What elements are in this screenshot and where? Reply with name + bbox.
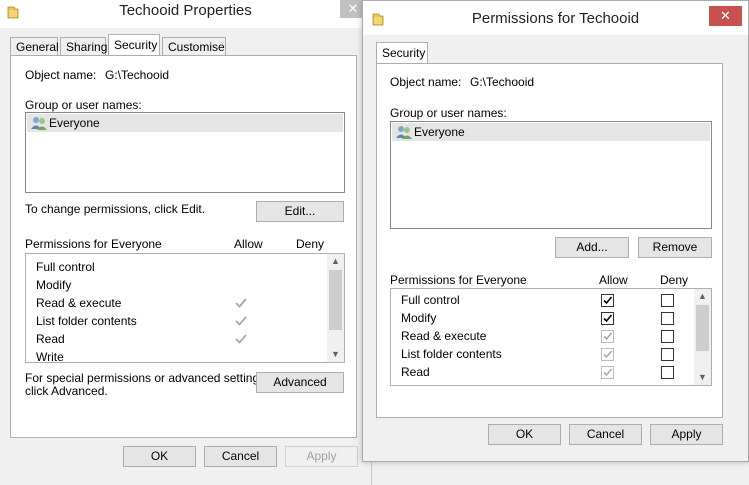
cancel-button[interactable]: Cancel — [204, 446, 277, 467]
list-item-everyone[interactable]: Everyone — [392, 123, 710, 141]
permissions-window: Permissions for Techooid ✕ Security Obje… — [362, 0, 749, 462]
permission-row: Read & execute — [391, 327, 711, 345]
allow-checkbox[interactable] — [601, 366, 614, 379]
permissions-list: Full control Modify Read & execute List … — [25, 253, 345, 366]
add-button[interactable]: Add... — [555, 237, 629, 258]
permission-row: Full control — [26, 258, 344, 276]
ok-button[interactable]: OK — [488, 424, 561, 445]
tab-customise[interactable]: Customise — [162, 37, 226, 56]
deny-header: Deny — [660, 273, 689, 287]
apply-button[interactable]: Apply — [650, 424, 723, 445]
permission-name: Full control — [401, 293, 460, 307]
permissions-for-label: Permissions for Everyone — [390, 273, 527, 287]
permissions-scrollbar[interactable]: ▲ ▼ — [694, 289, 711, 385]
change-permissions-hint: To change permissions, click Edit. — [25, 202, 206, 216]
object-name-value: G:\Techooid — [470, 75, 535, 89]
allow-checkbox[interactable] — [601, 294, 614, 307]
check-icon — [603, 332, 613, 341]
check-icon — [603, 296, 613, 305]
scroll-down-icon[interactable]: ▼ — [694, 370, 711, 385]
permission-name: Read — [36, 332, 65, 346]
scroll-thumb[interactable] — [329, 270, 342, 330]
deny-checkbox[interactable] — [661, 312, 674, 325]
scroll-down-icon[interactable]: ▼ — [327, 347, 344, 362]
allow-check-icon — [235, 334, 247, 344]
tab-sharing[interactable]: Sharing — [60, 37, 107, 56]
permission-row: List folder contents — [391, 345, 711, 363]
deny-checkbox[interactable] — [661, 294, 674, 307]
check-icon — [603, 368, 613, 377]
object-name-value: G:\Techooid — [105, 68, 170, 82]
group-names-list[interactable]: Everyone — [390, 121, 712, 229]
deny-checkbox[interactable] — [661, 366, 674, 379]
user-name: Everyone — [49, 116, 100, 130]
scroll-up-icon[interactable]: ▲ — [327, 254, 344, 269]
properties-title: Techooid Properties — [119, 2, 252, 19]
object-name-label: Object name: — [390, 75, 462, 89]
deny-header: Deny — [296, 237, 325, 251]
tab-general[interactable]: General — [10, 37, 59, 56]
permission-row: Write — [26, 348, 344, 366]
check-icon — [603, 314, 613, 323]
allow-checkbox[interactable] — [601, 312, 614, 325]
permissions-panel: Object name: G:\Techooid Group or user n… — [376, 63, 723, 418]
permissions-title: Permissions for Techooid — [471, 10, 640, 27]
allow-checkbox[interactable] — [601, 348, 614, 361]
deny-checkbox[interactable] — [661, 348, 674, 361]
permission-row: Modify — [391, 309, 711, 327]
permission-row: Read — [391, 363, 711, 381]
permission-row: List folder contents — [26, 312, 344, 330]
permission-row: Read & execute — [26, 294, 344, 312]
permission-name: Write — [36, 350, 64, 364]
permission-name: List folder contents — [401, 347, 502, 361]
object-name-label: Object name: — [25, 68, 97, 82]
properties-window: Techooid Properties ✕ General Sharing Se… — [0, 0, 372, 485]
users-icon — [396, 126, 412, 139]
user-name: Everyone — [414, 125, 465, 139]
ok-button[interactable]: OK — [123, 446, 196, 467]
tab-security[interactable]: Security — [108, 34, 160, 55]
check-icon — [603, 350, 613, 359]
permission-name: Read & execute — [401, 329, 487, 343]
permission-row: Read — [26, 330, 344, 348]
group-names-label: Group or user names: — [390, 106, 507, 120]
allow-header: Allow — [599, 273, 628, 287]
permission-name: Modify — [401, 311, 437, 325]
deny-checkbox[interactable] — [661, 330, 674, 343]
permission-row: Modify — [26, 276, 344, 294]
permission-row: Full control — [391, 291, 711, 309]
group-names-list[interactable]: Everyone — [25, 112, 345, 193]
permission-name: Modify — [36, 278, 72, 292]
cancel-button[interactable]: Cancel — [569, 424, 642, 445]
list-item-everyone[interactable]: Everyone — [27, 114, 343, 132]
tab-security[interactable]: Security — [376, 42, 428, 63]
allow-checkbox[interactable] — [601, 330, 614, 343]
allow-check-icon — [235, 298, 247, 308]
permissions-tabs: Security — [376, 42, 456, 64]
scroll-thumb[interactable] — [696, 305, 709, 351]
permission-name: Full control — [36, 260, 95, 274]
special-permissions-hint-2: click Advanced. — [25, 384, 108, 398]
users-icon — [31, 117, 47, 130]
group-names-label: Group or user names: — [25, 98, 142, 112]
apply-button[interactable]: Apply — [285, 446, 358, 467]
special-permissions-hint: For special permissions or advanced sett… — [25, 371, 269, 385]
properties-tabs: General Sharing Security Customise — [10, 34, 360, 57]
advanced-button[interactable]: Advanced — [256, 372, 344, 393]
edit-button[interactable]: Edit... — [256, 201, 344, 222]
permissions-scrollbar[interactable]: ▲ ▼ — [327, 254, 344, 362]
permission-name: List folder contents — [36, 314, 137, 328]
remove-button[interactable]: Remove — [638, 237, 712, 258]
allow-check-icon — [235, 316, 247, 326]
scroll-up-icon[interactable]: ▲ — [694, 289, 711, 304]
allow-header: Allow — [234, 237, 263, 251]
permissions-for-label: Permissions for Everyone — [25, 237, 162, 251]
permissions-close-button[interactable]: ✕ — [709, 6, 742, 26]
permission-name: Read & execute — [36, 296, 122, 310]
properties-titlebar[interactable]: Techooid Properties ✕ — [0, 0, 371, 28]
permissions-titlebar[interactable]: Permissions for Techooid ✕ — [363, 1, 748, 35]
security-tab-panel: Object name: G:\Techooid Group or user n… — [10, 55, 357, 438]
permission-name: Read — [401, 365, 430, 379]
permissions-list: Full control Modify Read & execute List … — [390, 288, 712, 386]
